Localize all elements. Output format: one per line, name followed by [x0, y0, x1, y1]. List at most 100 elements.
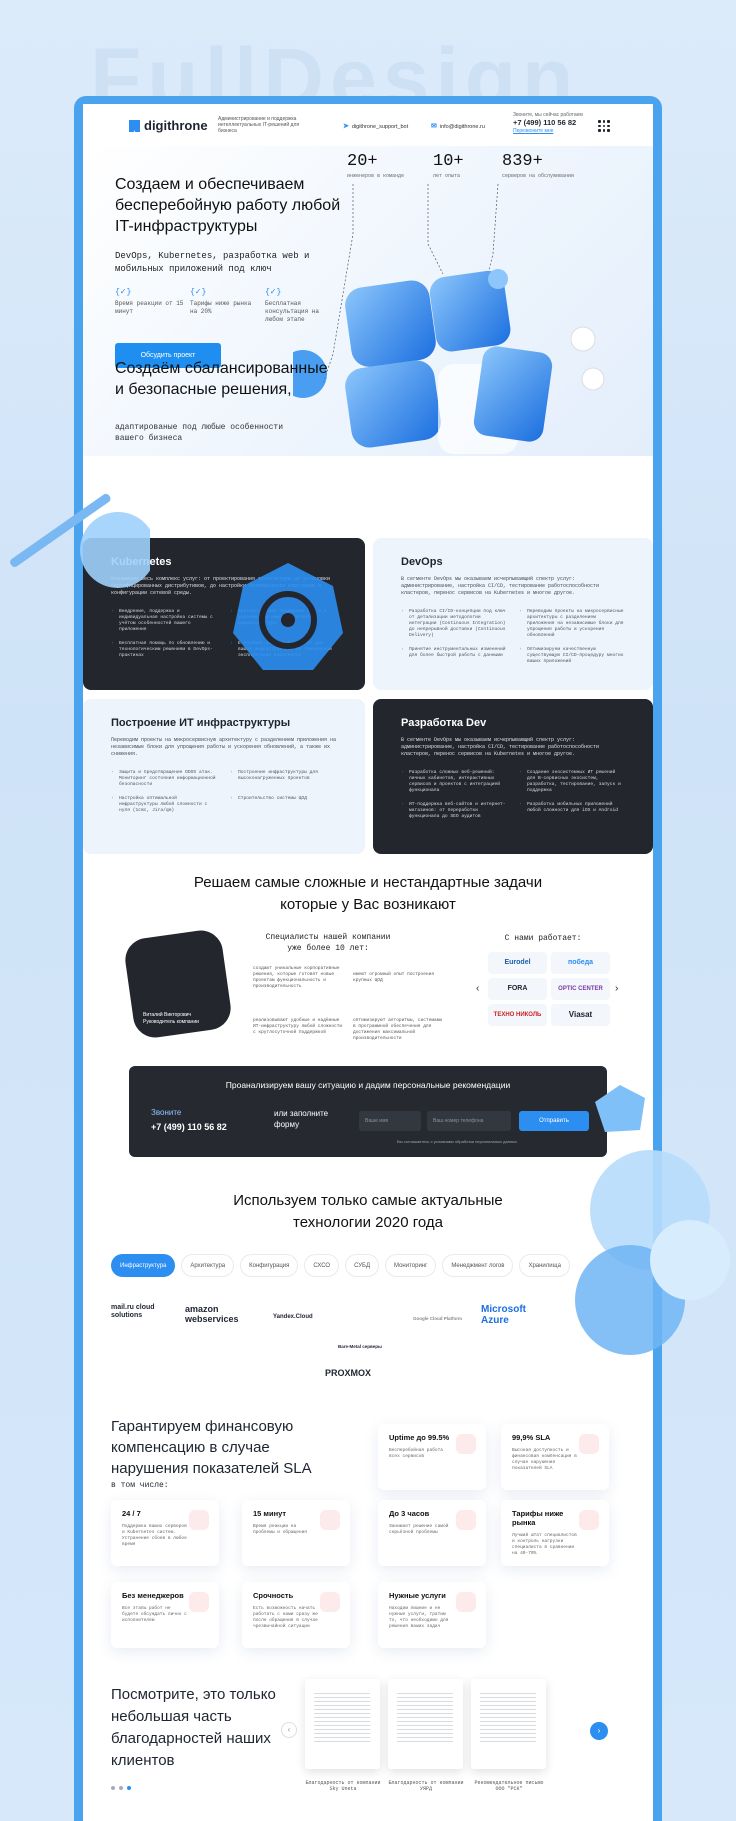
proxmox-logo: PROXMOX: [325, 1368, 372, 1378]
header-phone[interactable]: +7 (499) 110 56 82: [513, 118, 576, 127]
sla-box: Срочность Есть возможность начать работат…: [242, 1582, 350, 1648]
tab-dbms[interactable]: СУБД: [345, 1254, 380, 1277]
tab-infrastructure[interactable]: Инфраструктура: [111, 1254, 176, 1277]
no-manager-icon: [189, 1592, 209, 1612]
decor-cube: [595, 1085, 645, 1132]
name-input[interactable]: Ваше имя: [359, 1111, 421, 1131]
tab-shso[interactable]: СХСО: [304, 1254, 340, 1277]
partner-logo: Eurodel: [488, 952, 547, 974]
check-icon: {✓}: [115, 288, 132, 297]
piggy-bank-icon: [579, 1510, 599, 1530]
tab-configuration[interactable]: Конфигурация: [240, 1254, 299, 1277]
landing-page: digithrone Администрирование и поддержка…: [83, 104, 653, 1821]
person-caption: Виталий Викторович Руководитель компании: [143, 1012, 199, 1025]
prev-arrow[interactable]: ‹: [281, 1722, 297, 1738]
badge-icon: [579, 1434, 599, 1454]
yandex-cloud-logo: Yandex.Cloud: [273, 1314, 313, 1320]
telegram-icon: ➤: [343, 123, 349, 130]
card-title: Построение ИТ инфраструктуры: [111, 717, 291, 729]
decor-shapes-right: [575, 1150, 730, 1355]
card-devops[interactable]: DevOps В сегменте DevOps мы оказываем исч…: [373, 538, 653, 690]
thanks-letter-3[interactable]: [471, 1679, 546, 1769]
feature-prices: {✓} Тарифы ниже рынка на 20%: [190, 289, 260, 316]
partner-logo: Viasat: [551, 1004, 610, 1026]
phone-block: Звоните, мы сейчас работаем +7 (499) 110 …: [513, 112, 583, 134]
consent-text[interactable]: Вы соглашаетесь с условиями обработки пе…: [397, 1139, 517, 1144]
cta-phone[interactable]: +7 (499) 110 56 82: [151, 1122, 227, 1132]
point-3: реализовывают удобные и надёжные ИТ-инфр…: [253, 1018, 343, 1035]
sla-box: Без менеджеров Все этапы работ не будете …: [111, 1582, 219, 1648]
amazon-logo: amazon webservices: [185, 1304, 239, 1324]
logo[interactable]: digithrone: [129, 118, 208, 133]
google-cloud-logo: Google Cloud Platform: [413, 1316, 462, 1321]
section-subtitle: адаптированые под любые особенности ваше…: [115, 423, 284, 443]
menu-icon[interactable]: [598, 120, 610, 132]
partner-logo: FORA: [488, 978, 547, 1000]
card-title: DevOps: [401, 556, 443, 568]
callback-link[interactable]: Перезвоните мне: [513, 128, 553, 134]
timer-icon: [320, 1510, 340, 1530]
partner-logo: победа: [551, 952, 610, 974]
shield-icon: [456, 1434, 476, 1454]
sla-title: Гарантируем финансовую компенсацию в слу…: [111, 1418, 312, 1477]
header: digithrone Администрирование и поддержка…: [83, 104, 653, 146]
target-icon: [456, 1592, 476, 1612]
thanks-caption: Рекомендательное письмо ООО "РСК": [474, 1780, 544, 1792]
partners-title: С нами работает:: [504, 934, 582, 943]
clock-icon: [456, 1510, 476, 1530]
sla-box: 99,9% SLA Высокая доступность и финансова…: [501, 1424, 609, 1490]
cta-title: Проанализируем вашу ситуацию и дадим пер…: [225, 1080, 511, 1090]
check-icon: {✓}: [190, 288, 207, 297]
tech-tabs: Инфраструктура Архитектура Конфигурация …: [111, 1254, 570, 1277]
sla-box: Uptime до 99.5% Бесперебойная работа всех…: [378, 1424, 486, 1490]
tab-logs[interactable]: Менеджмент логов: [442, 1254, 514, 1277]
next-arrow[interactable]: ›: [590, 1722, 608, 1740]
section-title: Создаём сбалансированные и безопасные ре…: [115, 360, 328, 398]
kubernetes-icon: [233, 563, 343, 670]
bare-metal-logo: Bare-Metal серверы: [338, 1344, 382, 1349]
tab-monitoring[interactable]: Мониторинг: [385, 1254, 437, 1277]
urgent-icon: [320, 1592, 340, 1612]
logo-icon: [129, 120, 140, 132]
puzzle-illustration: [293, 183, 605, 454]
slider-dots: [111, 1786, 131, 1790]
telegram-link[interactable]: ➤ digithrone_support_bot: [343, 122, 408, 130]
mailru-logo: mail.ru cloud solutions: [111, 1304, 155, 1319]
card-infrastructure[interactable]: Построение ИТ инфраструктуры Переводим пр…: [83, 699, 365, 854]
sla-box: Тарифы ниже рынка Лучший штат специалисто…: [501, 1500, 609, 1566]
thanks-caption: Благодарность от компании Sky Uneta: [305, 1780, 381, 1792]
card-text: В сегменте DevOps мы оказываем исчерпыва…: [401, 576, 600, 596]
card-title: Разработка Dev: [401, 717, 487, 729]
partners-grid: Eurodel победа FORA OPTIC CENTER ТЕХНО Н…: [488, 952, 610, 1026]
phone-input[interactable]: Ваш номер телефона: [427, 1111, 511, 1131]
partner-logo: OPTIC CENTER: [551, 978, 610, 1000]
decor-sphere-left: [10, 493, 150, 588]
sla-subtitle: в том числе:: [111, 1481, 169, 1490]
sla-box: Нужные услуги Находим лишние и не нужные …: [378, 1582, 486, 1648]
thanks-letter-1[interactable]: [305, 1679, 380, 1769]
thanks-caption: Благодарность от компании УЯРД: [388, 1780, 464, 1792]
thanks-title: Посмотрите, это только небольшая часть б…: [111, 1686, 276, 1769]
cta-call: Звоните: [151, 1108, 182, 1117]
submit-button[interactable]: Отправить: [519, 1111, 589, 1131]
sla-box: 24 / 7 Поддержка ваших серверов и Kuberne…: [111, 1500, 219, 1566]
solve-title: Решаем самые сложные и нестандартные зад…: [193, 874, 543, 913]
mail-icon: ✉: [431, 123, 437, 130]
chevron-left-icon[interactable]: ‹: [476, 983, 479, 994]
email-link[interactable]: ✉ info@digithrone.ru: [431, 122, 485, 130]
support-icon: [189, 1510, 209, 1530]
partner-logo: ТЕХНО НИКОЛЬ: [488, 1004, 547, 1026]
cta-or: или заполните форму: [274, 1109, 329, 1129]
tab-architecture[interactable]: Архитектура: [181, 1254, 235, 1277]
point-1: создают уникальные корпоративные решения…: [253, 966, 340, 989]
thanks-letter-2[interactable]: [388, 1679, 463, 1769]
chevron-right-icon[interactable]: ›: [615, 983, 618, 994]
feature-reaction: {✓} Время реакции от 15 минут: [115, 288, 184, 316]
tagline: Администрирование и поддержка интеллекту…: [218, 116, 300, 134]
point-2: имеют огромный опыт построения крупных Ц…: [353, 972, 435, 983]
sla-box: До 3 часов Занимает решение самой серьёзн…: [378, 1500, 486, 1566]
specialists-title: Специалисты нашей компании уже более 10 …: [265, 933, 391, 953]
card-dev[interactable]: Разработка Dev В сегменте DevOps мы оказы…: [373, 699, 653, 854]
card-text: В сегменте DevOps мы оказываем исчерпыва…: [401, 737, 600, 757]
card-text: Переводим проекты на микросервисную архи…: [111, 737, 337, 757]
